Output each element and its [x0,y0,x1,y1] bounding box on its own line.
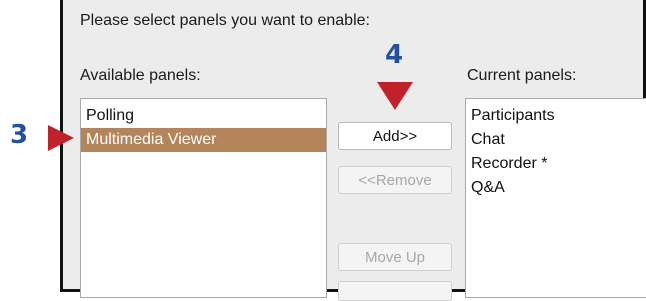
add-button[interactable]: Add>> [338,122,452,150]
list-item-qa[interactable]: Q&A [466,176,646,200]
arrow-right-icon [48,125,74,151]
current-panels-list[interactable]: Participants Chat Recorder * Q&A [465,98,646,298]
arrow-down-shape [377,82,413,110]
current-panels-label: Current panels: [467,67,577,84]
available-panels-list[interactable]: Polling Multimedia Viewer [80,98,327,298]
remove-button[interactable]: <<Remove [338,166,452,194]
available-panels-label: Available panels: [80,67,201,84]
arrow-right-shape [48,125,74,151]
move-down-button[interactable] [338,281,452,301]
step-4-marker: 4 [385,40,404,70]
arrow-down-icon [377,82,413,110]
list-item-chat[interactable]: Chat [466,128,646,152]
instruction-text: Please select panels you want to enable: [80,12,370,29]
step-3-marker: 3 [10,120,29,150]
list-item-multimedia-viewer[interactable]: Multimedia Viewer [81,128,326,152]
list-item-participants[interactable]: Participants [466,104,646,128]
list-item-recorder[interactable]: Recorder * [466,152,646,176]
move-up-button[interactable]: Move Up [338,243,452,271]
list-item-polling[interactable]: Polling [81,104,326,128]
